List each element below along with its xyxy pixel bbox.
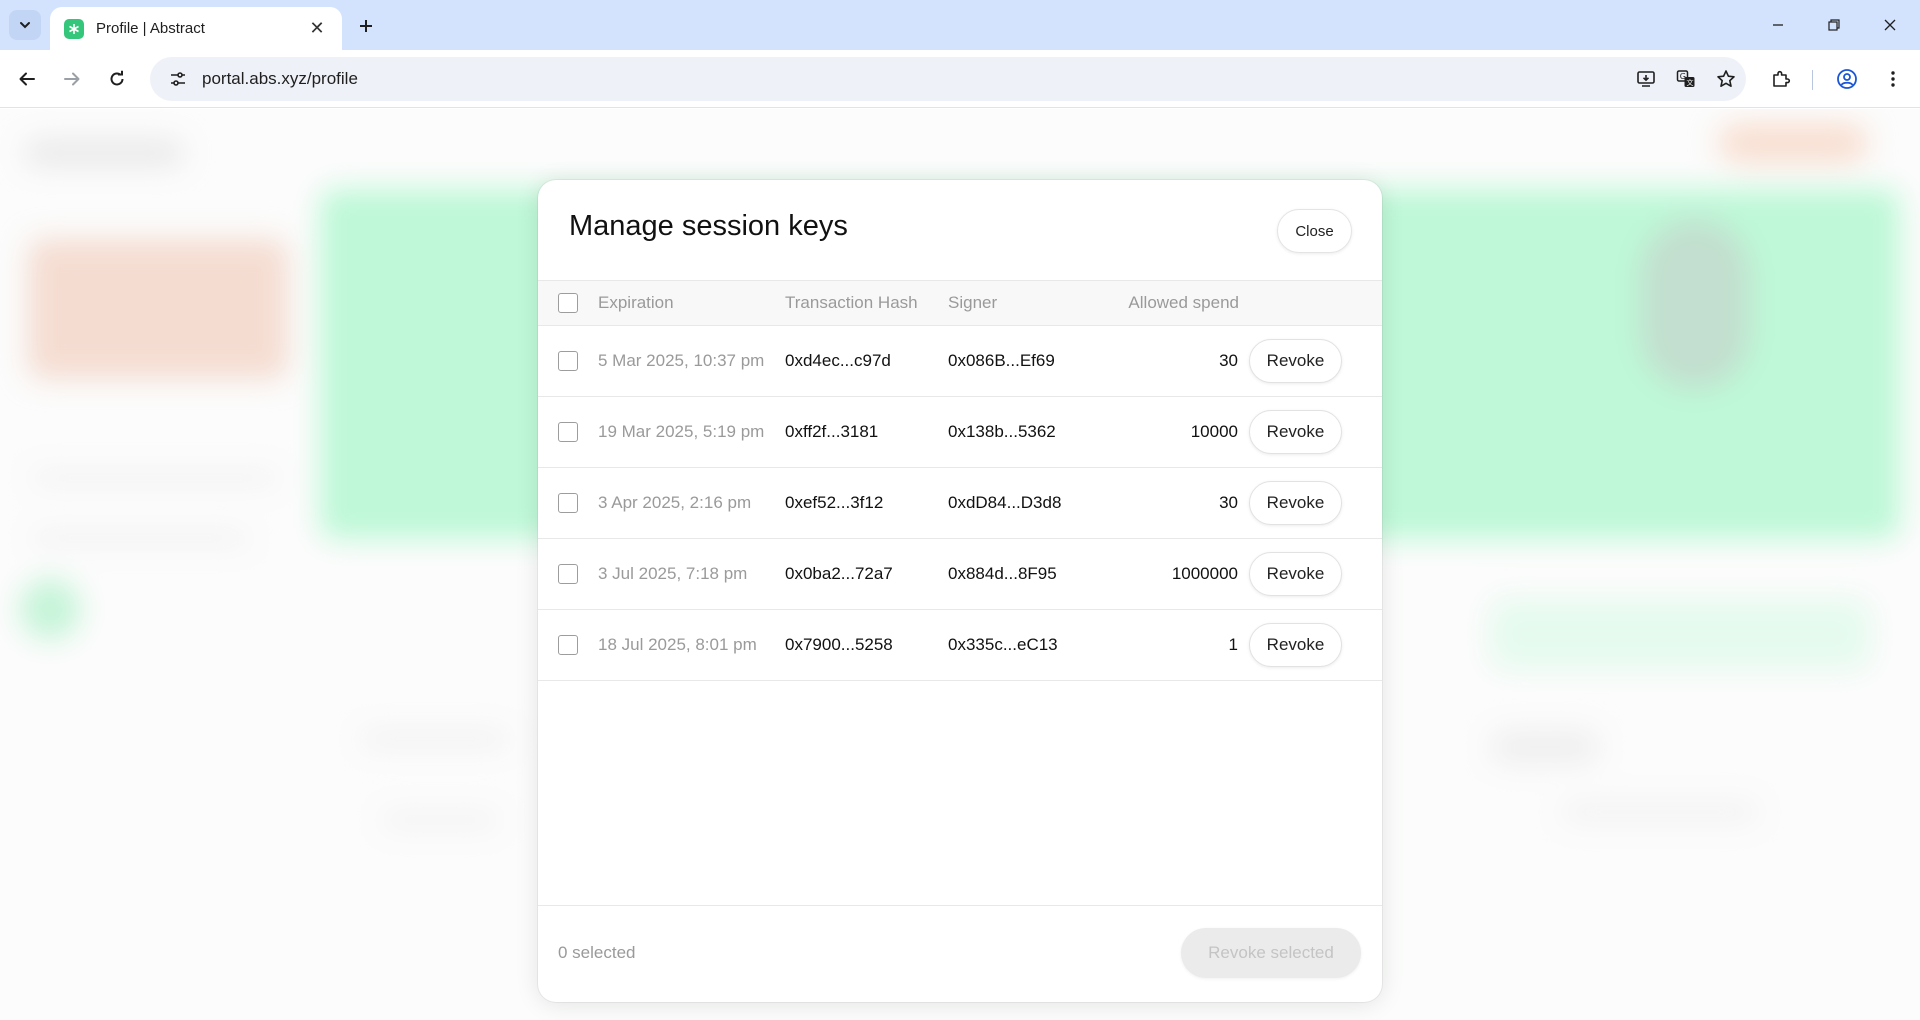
transaction-hash-cell: 0x7900...5258 <box>785 635 893 654</box>
puzzle-icon <box>1773 70 1791 87</box>
modal-footer: 0 selected Revoke selected <box>538 905 1382 1002</box>
row-checkbox[interactable] <box>558 422 578 442</box>
column-header-expiration: Expiration <box>598 293 674 312</box>
menu-button[interactable] <box>1876 62 1910 96</box>
translate-button[interactable]: G文 <box>1666 59 1706 99</box>
table-row: 5 Mar 2025, 10:37 pm 0xd4ec...c97d 0x086… <box>538 326 1382 397</box>
column-header-spend: Allowed spend <box>1128 293 1239 312</box>
column-header-hash: Transaction Hash <box>785 293 918 312</box>
close-button[interactable]: Close <box>1277 209 1352 253</box>
allowed-spend-cell: 10000 <box>1190 422 1238 441</box>
translate-icon: G文 <box>1676 70 1695 87</box>
extensions-button[interactable] <box>1764 62 1798 96</box>
table-row: 3 Jul 2025, 7:18 pm 0x0ba2...72a7 0x884d… <box>538 539 1382 610</box>
expiration-cell: 19 Mar 2025, 5:19 pm <box>598 422 765 441</box>
install-app-icon <box>1637 71 1655 87</box>
minimize-button[interactable] <box>1750 0 1806 50</box>
more-vertical-icon <box>1891 71 1895 87</box>
session-keys-table: Expiration Transaction Hash Signer Allow… <box>538 280 1382 681</box>
row-checkbox[interactable] <box>558 564 578 584</box>
star-icon <box>1717 70 1735 87</box>
modal-header: Manage session keys Close <box>538 180 1382 280</box>
forward-button[interactable] <box>55 62 89 96</box>
revoke-button[interactable]: Revoke <box>1249 623 1342 667</box>
browser-toolbar: portal.abs.xyz/profile G文 <box>0 50 1920 108</box>
close-tab-icon[interactable]: ✕ <box>306 18 328 39</box>
reload-icon <box>110 70 124 86</box>
svg-text:文: 文 <box>1687 78 1694 87</box>
allowed-spend-cell: 30 <box>1219 493 1238 512</box>
selected-count: 0 selected <box>558 943 636 962</box>
transaction-hash-cell: 0x0ba2...72a7 <box>785 564 893 583</box>
signer-cell: 0x086B...Ef69 <box>948 351 1055 370</box>
signer-cell: 0x138b...5362 <box>948 422 1056 441</box>
table-row: 19 Mar 2025, 5:19 pm 0xff2f...3181 0x138… <box>538 397 1382 468</box>
allowed-spend-cell: 1 <box>1228 635 1238 654</box>
profile-button[interactable] <box>1830 62 1864 96</box>
modal-title: Manage session keys <box>569 210 848 242</box>
close-icon <box>1884 19 1896 31</box>
row-checkbox[interactable] <box>558 351 578 371</box>
session-keys-modal: Manage session keys Close Expiration Tra… <box>538 180 1382 1002</box>
url-text[interactable]: portal.abs.xyz/profile <box>202 69 1626 89</box>
table-header: Expiration Transaction Hash Signer Allow… <box>538 280 1382 326</box>
window-close-button[interactable] <box>1862 0 1918 50</box>
select-all-checkbox[interactable] <box>558 293 578 313</box>
table-row: 18 Jul 2025, 8:01 pm 0x7900...5258 0x335… <box>538 610 1382 681</box>
account-icon <box>1837 69 1857 89</box>
abstract-favicon-icon <box>64 18 84 39</box>
revoke-button[interactable]: Revoke <box>1249 339 1342 383</box>
signer-cell: 0x335c...eC13 <box>948 635 1058 654</box>
reload-button[interactable] <box>100 62 134 96</box>
transaction-hash-cell: 0xef52...3f12 <box>785 493 884 512</box>
tab-title: Profile | Abstract <box>96 20 205 37</box>
expiration-cell: 5 Mar 2025, 10:37 pm <box>598 351 765 370</box>
install-app-button[interactable] <box>1626 59 1666 99</box>
revoke-button[interactable]: Revoke <box>1249 410 1342 454</box>
address-bar[interactable]: portal.abs.xyz/profile G文 <box>150 57 1746 101</box>
signer-cell: 0xdD84...D3d8 <box>948 493 1062 512</box>
site-info-button[interactable] <box>156 57 200 101</box>
allowed-spend-cell: 30 <box>1219 351 1238 370</box>
row-checkbox[interactable] <box>558 635 578 655</box>
signer-cell: 0x884d...8F95 <box>948 564 1057 583</box>
new-tab-button[interactable] <box>352 12 380 40</box>
restore-icon <box>1828 19 1840 31</box>
restore-button[interactable] <box>1806 0 1862 50</box>
toolbar-separator <box>1812 70 1813 90</box>
expiration-cell: 3 Apr 2025, 2:16 pm <box>598 493 752 512</box>
minimize-icon <box>1773 24 1783 26</box>
arrow-left-icon <box>19 72 35 86</box>
tab-search-button[interactable] <box>9 10 41 40</box>
transaction-hash-cell: 0xff2f...3181 <box>785 422 879 441</box>
revoke-button[interactable]: Revoke <box>1249 481 1342 525</box>
back-button[interactable] <box>10 62 44 96</box>
chevron-down-icon <box>20 22 30 29</box>
transaction-hash-cell: 0xd4ec...c97d <box>785 351 891 370</box>
row-checkbox[interactable] <box>558 493 578 513</box>
plus-icon <box>360 20 372 32</box>
table-row: 3 Apr 2025, 2:16 pm 0xef52...3f12 0xdD84… <box>538 468 1382 539</box>
allowed-spend-cell: 1000000 <box>1171 564 1238 583</box>
browser-tab[interactable]: Profile | Abstract ✕ <box>50 7 342 50</box>
column-header-signer: Signer <box>948 293 998 312</box>
expiration-cell: 3 Jul 2025, 7:18 pm <box>598 564 748 583</box>
bookmark-button[interactable] <box>1706 59 1746 99</box>
tab-strip: Profile | Abstract ✕ <box>0 0 1920 50</box>
revoke-button[interactable]: Revoke <box>1249 552 1342 596</box>
tune-icon <box>171 72 185 86</box>
revoke-selected-button[interactable]: Revoke selected <box>1181 928 1361 978</box>
arrow-right-icon <box>64 72 80 86</box>
expiration-cell: 18 Jul 2025, 8:01 pm <box>598 635 757 654</box>
